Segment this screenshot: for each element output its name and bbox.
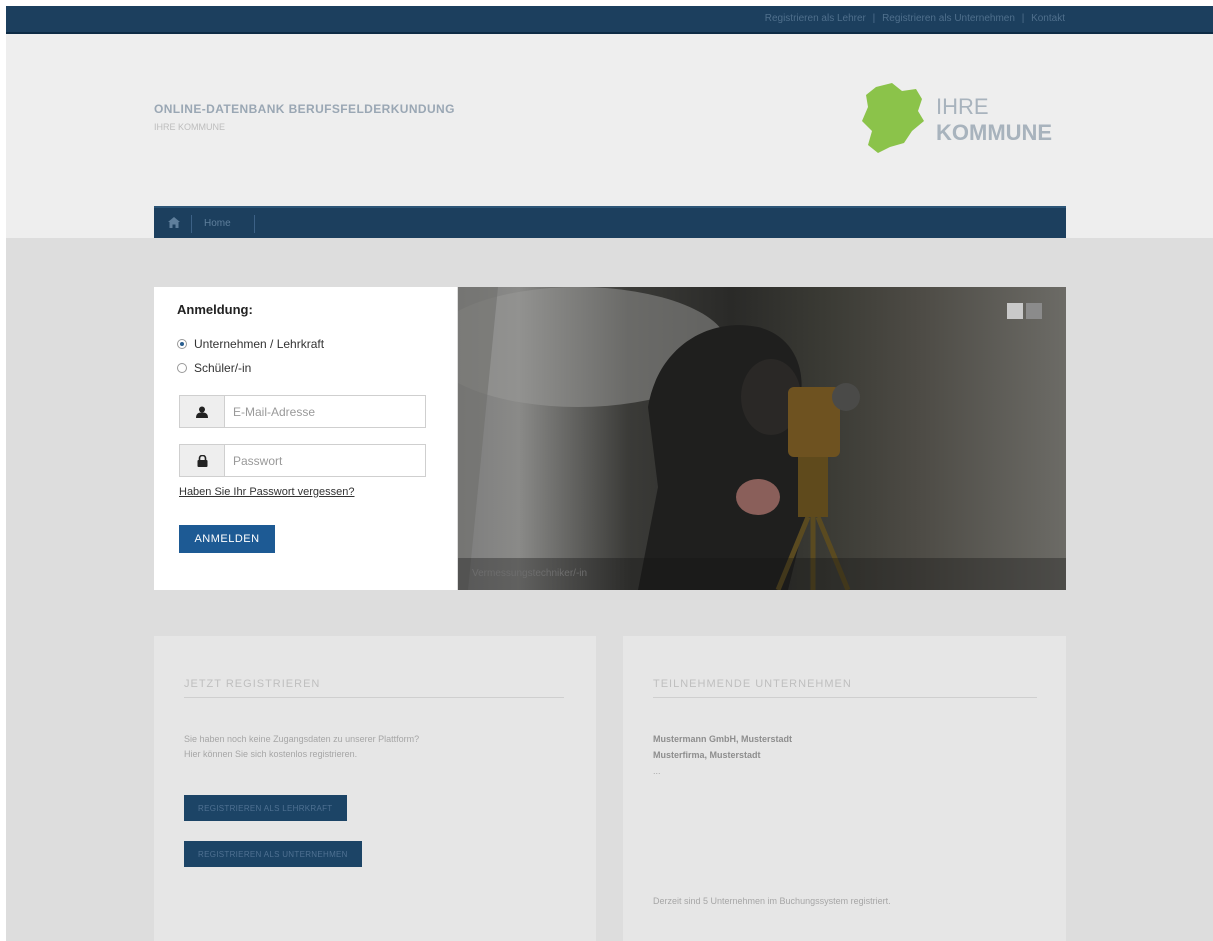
topbar-separator: | <box>872 13 876 24</box>
nav-divider <box>254 215 255 233</box>
login-button[interactable]: ANMELDEN <box>179 525 275 553</box>
site-title: ONLINE-DATENBANK BERUFSFELDERKUNDUNG <box>154 102 455 116</box>
site-subtitle: IHRE KOMMUNE <box>154 122 226 132</box>
logo-text: IHRE KOMMUNE <box>936 94 1052 146</box>
companies-card: TEILNEHMENDE UNTERNEHMEN Mustermann GmbH… <box>623 636 1066 941</box>
radio-student[interactable]: Schüler/-in <box>177 361 251 375</box>
password-addon <box>180 445 225 476</box>
password-field-group <box>179 444 426 477</box>
hero-photo <box>458 287 860 590</box>
nav-item-home[interactable]: Home <box>204 218 231 229</box>
link-contact[interactable]: Kontakt <box>1031 13 1065 24</box>
email-input[interactable] <box>225 396 425 427</box>
login-panel: Anmeldung: Unternehmen / Lehrkraft Schül… <box>154 287 457 590</box>
main-navigation: Home <box>154 206 1066 240</box>
user-icon <box>196 406 208 418</box>
register-teacher-button[interactable]: REGISTRIEREN ALS LEHRKRAFT <box>184 795 347 821</box>
companies-count-text: Derzeit sind 5 Unternehmen im Buchungssy… <box>653 896 891 906</box>
hero-caption-bar: Vermessungstechniker/-in <box>458 558 1066 590</box>
slider-dot[interactable] <box>1026 303 1042 319</box>
radio-checked-icon[interactable] <box>177 339 187 349</box>
login-title: Anmeldung: <box>177 302 253 317</box>
logo-line2: KOMMUNE <box>936 120 1053 145</box>
lock-icon <box>197 454 207 467</box>
top-utility-bar: Registrieren als Lehrer | Registrieren a… <box>6 6 1213 34</box>
radio-label: Unternehmen / Lehrkraft <box>194 337 325 351</box>
company-list-item[interactable]: Mustermann GmbH, Musterstadt <box>653 732 792 747</box>
radio-unchecked-icon[interactable] <box>177 363 187 373</box>
company-list-item[interactable]: Musterfirma, Musterstadt <box>653 748 761 763</box>
topbar-links: Registrieren als Lehrer | Registrieren a… <box>763 13 1067 24</box>
slider-pager <box>1004 303 1042 324</box>
email-addon <box>180 396 225 427</box>
slider-dot-active[interactable] <box>1007 303 1023 319</box>
register-company-button[interactable]: REGISTRIEREN ALS UNTERNEHMEN <box>184 841 362 867</box>
forgot-password-link[interactable]: Haben Sie Ihr Passwort vergessen? <box>179 486 354 498</box>
home-icon[interactable] <box>168 217 180 228</box>
topbar-separator: | <box>1021 13 1025 24</box>
register-text-line1: Sie haben noch keine Zugangsdaten zu uns… <box>184 734 420 744</box>
hero-caption: Vermessungstechniker/-in <box>472 568 588 579</box>
radio-company-teacher[interactable]: Unternehmen / Lehrkraft <box>177 337 324 351</box>
link-register-teacher[interactable]: Registrieren als Lehrer <box>765 13 866 24</box>
link-register-company[interactable]: Registrieren als Unternehmen <box>882 13 1015 24</box>
page: Registrieren als Lehrer | Registrieren a… <box>6 6 1213 941</box>
radio-label: Schüler/-in <box>194 361 252 375</box>
hero-slider[interactable]: Vermessungstechniker/-in <box>458 287 1066 590</box>
email-field-group <box>179 395 426 428</box>
card-divider <box>184 697 564 698</box>
logo-line1: IHRE <box>936 94 989 119</box>
register-text-line2: Hier können Sie sich kostenlos registrie… <box>184 749 358 759</box>
card-divider <box>653 697 1037 698</box>
password-input[interactable] <box>225 445 425 476</box>
company-list-ellipsis: ... <box>653 766 661 776</box>
nav-divider <box>191 215 192 233</box>
register-card-title: JETZT REGISTRIEREN <box>184 678 321 690</box>
companies-card-title: TEILNEHMENDE UNTERNEHMEN <box>653 678 852 690</box>
register-card: JETZT REGISTRIEREN Sie haben noch keine … <box>154 636 596 941</box>
